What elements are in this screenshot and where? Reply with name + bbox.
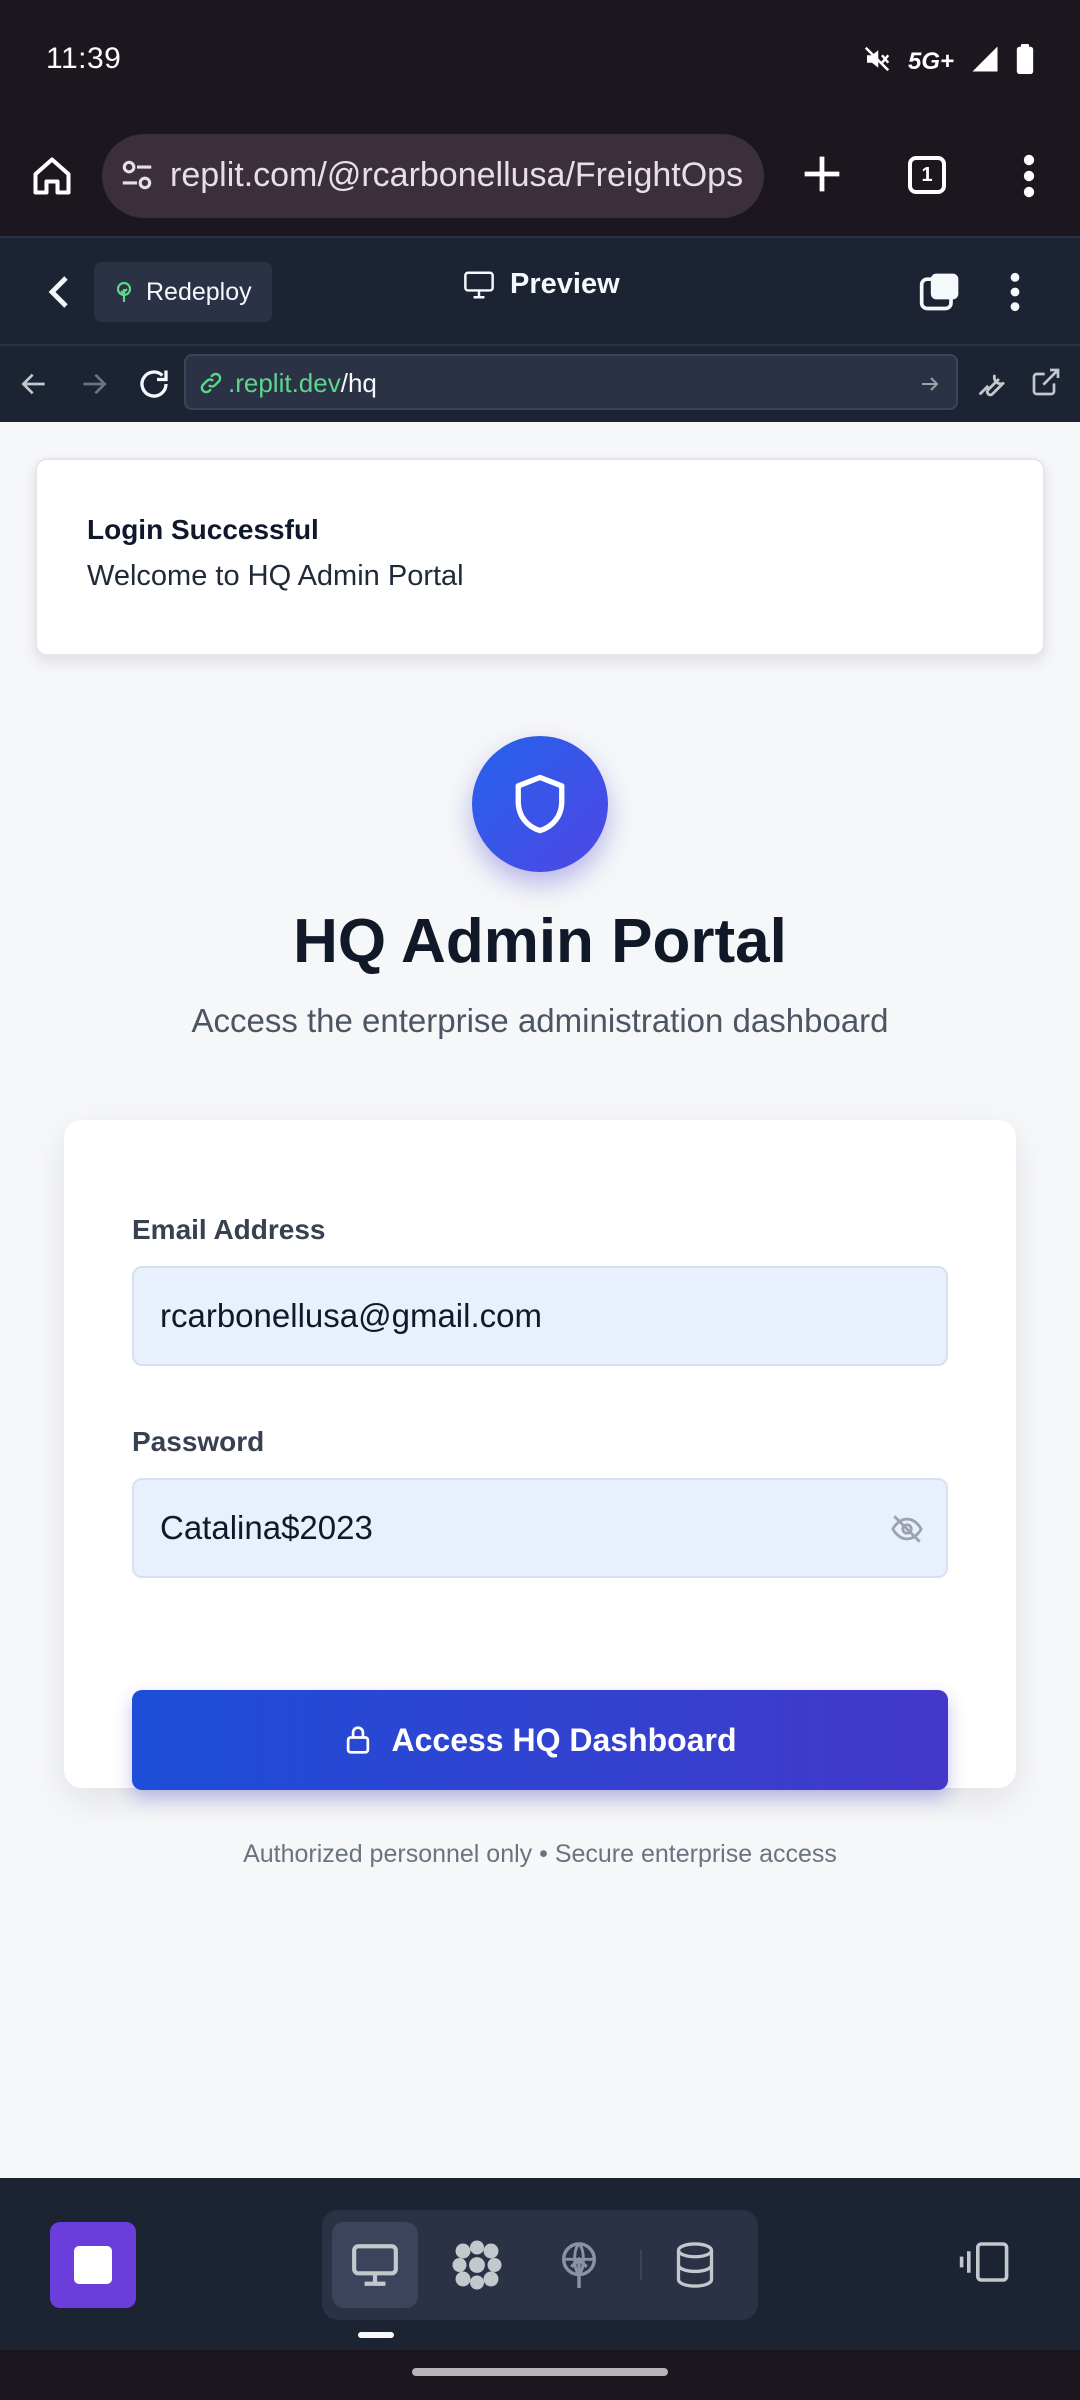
- preview-reload-button[interactable]: [136, 366, 172, 407]
- active-tab-indicator: [358, 2332, 394, 2338]
- devtools-button[interactable]: [974, 366, 1008, 405]
- web-page: Login Successful Welcome to HQ Admin Por…: [0, 422, 1080, 2178]
- status-icons: 5G+: [862, 44, 1034, 79]
- plus-icon: [804, 156, 840, 192]
- more-vertical-icon: [1010, 272, 1020, 312]
- new-tab-button[interactable]: [796, 148, 848, 200]
- signal-icon: [970, 44, 1000, 79]
- security-note: Authorized personnel only • Secure enter…: [243, 1840, 837, 1868]
- side-panel-icon: [959, 2242, 1009, 2282]
- login-success-toast[interactable]: Login Successful Welcome to HQ Admin Por…: [35, 458, 1045, 656]
- database-icon: [676, 2242, 714, 2288]
- page-title: HQ Admin Portal: [293, 907, 787, 976]
- shield-icon: [515, 774, 565, 834]
- arrow-left-icon: [21, 373, 45, 395]
- window-toggle-button[interactable]: [918, 270, 962, 319]
- redeploy-label: Redeploy: [146, 277, 252, 306]
- preview-url-text: .replit.dev/hq: [228, 368, 377, 399]
- preview-forward-button[interactable]: [78, 368, 110, 405]
- preview-url-field[interactable]: .replit.dev/hq: [184, 354, 958, 410]
- toast-title: Login Successful: [87, 514, 319, 545]
- status-bar: 11:39 5G+: [0, 0, 1080, 128]
- external-link-icon: [1032, 368, 1060, 396]
- open-new-tab-button[interactable]: [1030, 366, 1062, 403]
- gesture-nav-bar: [0, 2350, 1080, 2400]
- replit-header: Redeploy Preview: [0, 236, 1080, 346]
- battery-icon: [1016, 44, 1034, 79]
- login-card: Email Address rcarbonellusa@gmail.com Pa…: [64, 1120, 1016, 1868]
- status-time: 11:39: [46, 42, 122, 75]
- stop-icon: [74, 2246, 112, 2284]
- replit-menu-button[interactable]: [1000, 270, 1030, 319]
- redeploy-button[interactable]: Redeploy: [94, 262, 272, 322]
- tab-switcher-button[interactable]: 1: [908, 156, 946, 194]
- password-value: Catalina$2023: [160, 1509, 373, 1546]
- preview-url-bar: .replit.dev/hq: [0, 346, 1080, 422]
- page-subtitle: Access the enterprise administration das…: [191, 1002, 889, 1039]
- reload-icon: [140, 370, 168, 398]
- arrow-right-icon: [83, 373, 107, 395]
- preview-back-button[interactable]: [18, 368, 50, 405]
- tab-deploy[interactable]: [536, 2222, 622, 2308]
- toast-message: Welcome to HQ Admin Portal: [87, 560, 464, 592]
- address-text: replit.com/@rcarbonellusa/FreightOps: [170, 156, 744, 194]
- tab-workspace[interactable]: [434, 2222, 520, 2308]
- lock-icon: [347, 1726, 370, 1754]
- site-settings-icon[interactable]: [118, 156, 156, 194]
- browser-menu-button[interactable]: [1014, 152, 1044, 200]
- access-dashboard-label: Access HQ Dashboard: [391, 1721, 737, 1758]
- password-label: Password: [132, 1426, 265, 1457]
- eye-off-icon[interactable]: [890, 1512, 924, 1546]
- workspace-icon: [452, 2240, 502, 2290]
- network-type: 5G+: [907, 47, 954, 75]
- mute-icon: [862, 44, 892, 79]
- panel-toggle-button[interactable]: [958, 2240, 1012, 2289]
- access-dashboard-button[interactable]: Access HQ Dashboard: [132, 1690, 948, 1790]
- preview-icon: [352, 2244, 398, 2286]
- home-gesture-handle[interactable]: [412, 2368, 668, 2376]
- home-button[interactable]: [26, 150, 78, 202]
- address-bar[interactable]: replit.com/@rcarbonellusa/FreightOps: [102, 134, 764, 218]
- deploy-tree-icon: [116, 281, 132, 302]
- preview-url-host: .replit.dev: [228, 368, 341, 398]
- back-button[interactable]: [44, 272, 76, 317]
- chevron-left-icon: [48, 276, 68, 308]
- preview-label: Preview: [510, 268, 620, 300]
- tab-preview[interactable]: [332, 2222, 418, 2308]
- bottom-tab-group: [322, 2210, 758, 2320]
- tab-database[interactable]: [652, 2222, 738, 2308]
- preview-title: Preview: [462, 268, 620, 301]
- stop-button[interactable]: [50, 2222, 136, 2308]
- preview-url-path: /hq: [340, 368, 377, 398]
- email-field[interactable]: rcarbonellusa@gmail.com: [132, 1266, 948, 1366]
- monitor-icon: [464, 271, 494, 298]
- portal-logo: [472, 736, 608, 872]
- link-icon: [200, 372, 222, 394]
- password-field[interactable]: Catalina$2023: [132, 1478, 948, 1578]
- go-arrow-icon[interactable]: [918, 372, 942, 396]
- wrench-icon: [978, 374, 1005, 397]
- more-vertical-icon: [1023, 154, 1035, 198]
- home-icon: [33, 157, 71, 195]
- deploy-icon: [561, 2242, 597, 2288]
- browser-toolbar: replit.com/@rcarbonellusa/FreightOps 1: [0, 128, 1080, 236]
- email-label: Email Address: [132, 1214, 326, 1245]
- windows-icon: [919, 273, 959, 311]
- tab-divider: [640, 2250, 642, 2280]
- replit-bottom-bar: [0, 2178, 1080, 2350]
